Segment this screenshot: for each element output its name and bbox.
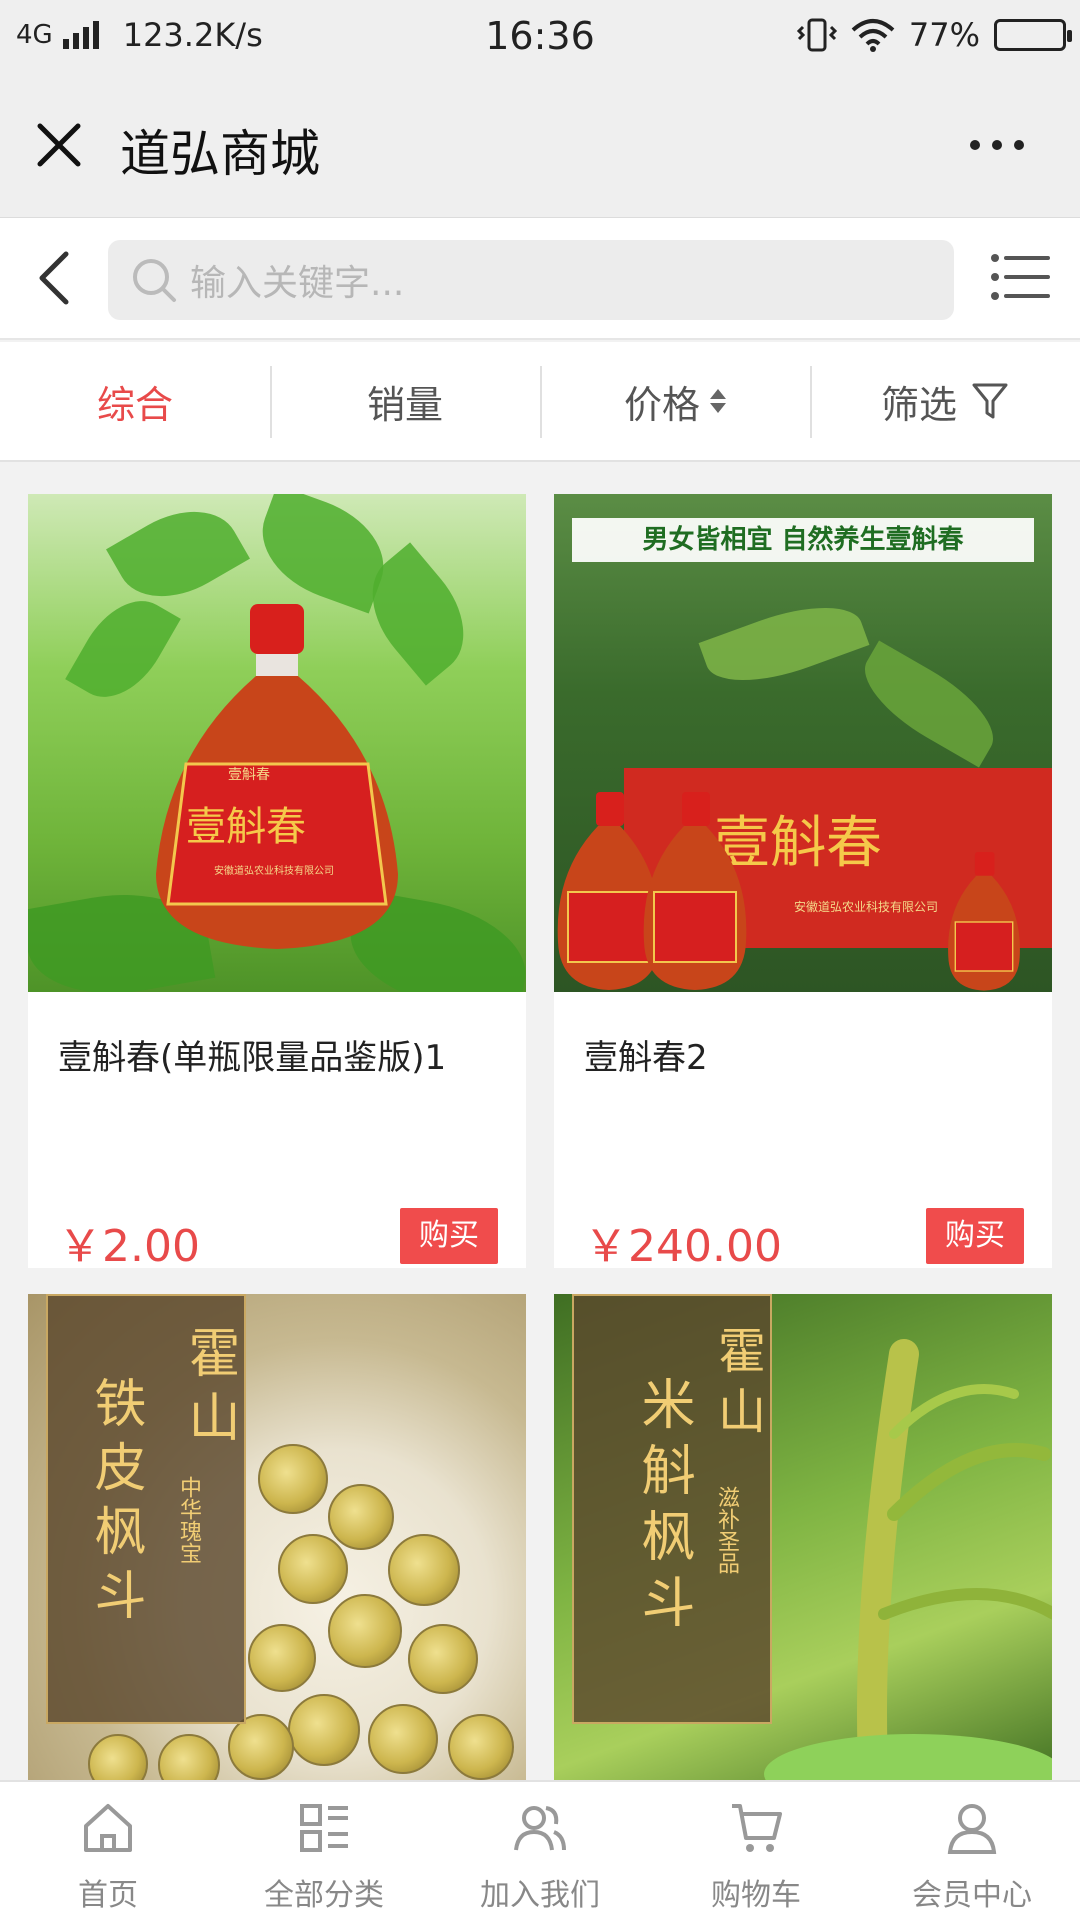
product-image[interactable]: 壹斛春 壹斛春 安徽道弘农业科技有限公司: [28, 494, 526, 992]
product-card[interactable]: 男女皆相宜 自然养生壹斛春 壹斛春 安徽道弘农业科技有限公司 壹斛春2 ￥240…: [554, 494, 1052, 1272]
sort-tab-filter[interactable]: 筛选: [810, 342, 1080, 460]
buy-button[interactable]: 购买: [926, 1208, 1024, 1264]
battery-percent: 77%: [908, 16, 980, 54]
sort-arrows-icon: [710, 389, 726, 413]
bottle-label-brand: 壹斛春: [228, 767, 270, 783]
product-image[interactable]: 霍山 米斛枫斗 滋补圣品: [554, 1294, 1052, 1780]
product-price: ￥240.00: [584, 1221, 782, 1272]
search-input[interactable]: 输入关键字...: [108, 240, 954, 320]
tab-label: 首页: [78, 1878, 138, 1913]
filter-icon: [972, 383, 1008, 419]
status-right: 77%: [796, 16, 1072, 54]
product-card[interactable]: 壹斛春 壹斛春 安徽道弘农业科技有限公司 壹斛春(单瓶限量品鉴版)1 ￥2.00…: [28, 494, 526, 1272]
product-card[interactable]: 霍山 米斛枫斗 滋补圣品: [554, 1294, 1052, 1780]
wifi-icon: [851, 19, 895, 52]
sort-tab-label: 价格: [623, 382, 700, 427]
buy-button[interactable]: 购买: [400, 1208, 498, 1264]
product-name[interactable]: 壹斛春2: [584, 1030, 708, 1079]
bottle-illustration: [948, 852, 1020, 991]
sort-tab-label: 筛选: [880, 382, 957, 427]
battery-icon: [994, 19, 1072, 51]
home-icon: [84, 1804, 132, 1852]
sort-tab-price[interactable]: 价格: [540, 342, 810, 460]
sort-tab-label: 综合: [96, 382, 173, 427]
sort-tab-label: 销量: [366, 382, 443, 427]
status-bar: 4G 123.2K/s 16:36 77%: [0, 0, 1080, 74]
search-bar: 输入关键字...: [0, 218, 1080, 340]
tab-cart[interactable]: 购物车: [648, 1782, 864, 1920]
tab-label: 购物车: [711, 1878, 801, 1913]
bottle-label-text: 壹斛春: [186, 804, 306, 850]
tab-join-us[interactable]: 加入我们: [432, 1782, 648, 1920]
tab-categories[interactable]: 全部分类: [216, 1782, 432, 1920]
plaque-text-region: 霍山: [709, 1326, 765, 1446]
plaque-text-name: 铁皮枫斗: [85, 1376, 145, 1632]
categories-icon: [300, 1804, 348, 1852]
cart-icon: [732, 1804, 782, 1852]
tab-label: 全部分类: [264, 1878, 384, 1913]
back-icon[interactable]: [30, 248, 76, 308]
close-icon[interactable]: [36, 122, 82, 168]
tab-home[interactable]: 首页: [0, 1782, 216, 1920]
plaque-text-name: 米斛枫斗: [632, 1376, 695, 1640]
more-icon[interactable]: [970, 140, 1024, 152]
sort-tab-sales[interactable]: 销量: [270, 342, 540, 460]
gift-box-company: 安徽道弘农业科技有限公司: [794, 900, 939, 914]
title-plaque: 霍山 铁皮枫斗 中华瑰宝: [46, 1294, 246, 1724]
image-banner: 男女皆相宜 自然养生壹斛春: [572, 518, 1034, 562]
product-name[interactable]: 壹斛春(单瓶限量品鉴版)1: [58, 1030, 446, 1079]
tab-label: 加入我们: [480, 1878, 600, 1913]
tab-member-center[interactable]: 会员中心: [864, 1782, 1080, 1920]
product-image[interactable]: 男女皆相宜 自然养生壹斛春 壹斛春 安徽道弘农业科技有限公司: [554, 494, 1052, 992]
user-icon: [947, 1804, 997, 1854]
plaque-text-slogan: 滋补圣品: [714, 1486, 739, 1574]
bottle-illustration: [156, 604, 398, 949]
title-bar: 道弘商城: [0, 74, 1080, 218]
sort-tab-comprehensive[interactable]: 综合: [0, 342, 270, 460]
vibrate-icon: [796, 18, 837, 52]
plaque-text-slogan: 中华瑰宝: [176, 1476, 201, 1564]
page-title: 道弘商城: [120, 125, 320, 183]
search-placeholder: 输入关键字...: [190, 263, 405, 304]
product-price: ￥2.00: [58, 1221, 200, 1272]
title-plaque: 霍山 米斛枫斗 滋补圣品: [572, 1294, 772, 1724]
plaque-text-region: 霍山: [179, 1326, 239, 1454]
plant-illustration: [764, 1339, 1052, 1780]
bottom-tab-bar: 首页 全部分类 加入我们 购物车 会员中心: [0, 1780, 1080, 1920]
users-icon: [514, 1806, 566, 1851]
list-menu-icon[interactable]: [990, 252, 1050, 302]
search-icon: [133, 259, 176, 302]
bottle-illustration: [643, 792, 747, 990]
bottle-label-company: 安徽道弘农业科技有限公司: [214, 866, 334, 877]
sort-bar: 综合 销量 价格 筛选: [0, 342, 1080, 462]
product-image[interactable]: 霍山 铁皮枫斗 中华瑰宝: [28, 1294, 526, 1780]
product-grid: 壹斛春 壹斛春 安徽道弘农业科技有限公司 壹斛春(单瓶限量品鉴版)1 ￥2.00…: [0, 464, 1080, 1780]
product-card[interactable]: 霍山 铁皮枫斗 中华瑰宝: [28, 1294, 526, 1780]
tab-label: 会员中心: [912, 1878, 1032, 1913]
